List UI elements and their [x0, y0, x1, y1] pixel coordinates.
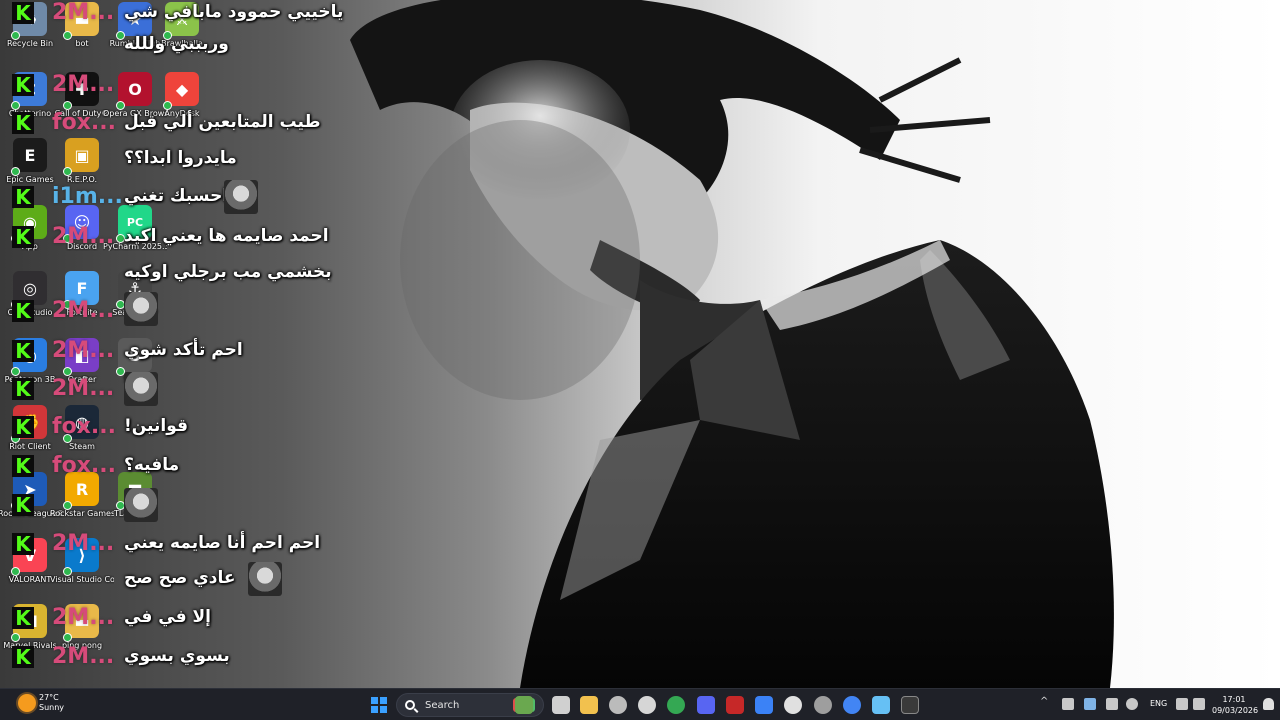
kick-badge-icon: K — [12, 74, 34, 96]
kick-badge-icon: K — [12, 186, 34, 208]
chat-username: 2M... — [52, 298, 115, 323]
kick-badge-icon: K — [12, 300, 34, 322]
chevron-up-icon[interactable]: ^ — [1040, 696, 1052, 708]
kick-badge-icon: K — [12, 607, 34, 629]
notification-bell-icon[interactable] — [1263, 698, 1274, 710]
chat-username: fox... — [52, 453, 116, 478]
chat-text: وربببي وللله — [124, 34, 229, 54]
kick-badge-icon: K — [12, 226, 34, 248]
chat-text: ياخييي حموود مابافي شي — [124, 2, 344, 22]
kick-badge-icon: K — [12, 2, 34, 24]
chat-username: 2M... — [52, 0, 115, 25]
chat-text: احمد صايمه ها يعني اكيد — [124, 226, 329, 246]
emote-image — [248, 562, 282, 596]
kick-badge-icon: K — [12, 646, 34, 668]
chat-username: fox... — [52, 414, 116, 439]
chat-username: 2M... — [52, 338, 115, 363]
onedrive-icon[interactable] — [1084, 698, 1096, 710]
emote-image — [124, 488, 158, 522]
stream-chat-overlay: K 2M... ياخييي حموود مابافي شي وربببي ول… — [0, 0, 344, 688]
kick-badge-icon: K — [12, 378, 34, 400]
chat-username: 2M... — [52, 224, 115, 249]
chat-text: عادي صح صح — [124, 568, 236, 588]
kick-badge-icon: K — [12, 455, 34, 477]
kick-badge-icon: K — [12, 340, 34, 362]
chat-text: إلا في في — [124, 607, 211, 627]
clock-time: 17:01 — [1222, 695, 1246, 704]
language-indicator[interactable]: ENG — [1150, 699, 1167, 708]
kick-badge-icon: K — [12, 494, 34, 516]
chat-username: 2M... — [52, 376, 115, 401]
tray-app-icon[interactable] — [1062, 698, 1074, 710]
chat-text: مافيه؟ — [124, 455, 180, 475]
chat-text: طيب المتابعين ألي قبل — [124, 112, 321, 132]
chat-text: احسبك تغني — [124, 186, 229, 206]
chat-username: 2M... — [52, 72, 115, 97]
chat-text: بسوي بسوي — [124, 646, 230, 666]
chat-username: 2M... — [52, 644, 115, 669]
chat-text: قوانين! — [124, 416, 188, 436]
chat-username: 2M... — [52, 605, 115, 630]
chat-text: احم احم أنا صايمه يعني — [124, 533, 321, 553]
clock-date: 09/03/2026 — [1212, 706, 1259, 715]
emote-image — [224, 180, 258, 214]
chat-username: i1m... — [52, 184, 123, 209]
taskbar: 27°C Sunny Search ^ ENG 17:01 09/03/2026 — [0, 688, 1280, 720]
chat-username: 2M... — [52, 531, 115, 556]
system-tray: ^ ENG 17:01 09/03/2026 — [0, 689, 1280, 720]
chat-text: مايدروا ابدا؟؟ — [124, 148, 237, 168]
chat-text: احم تأكد شوي — [124, 340, 243, 360]
network-icon[interactable] — [1176, 698, 1188, 710]
chat-username: fox... — [52, 110, 116, 135]
volume-icon[interactable] — [1193, 698, 1205, 710]
kick-badge-icon: K — [12, 416, 34, 438]
chat-text: بخشمي مب برجلي اوكيه — [124, 262, 332, 282]
microphone-icon[interactable] — [1106, 698, 1118, 710]
clock[interactable]: 17:01 09/03/2026 — [1212, 694, 1259, 716]
kick-badge-icon: K — [12, 533, 34, 555]
emote-image — [124, 372, 158, 406]
emote-image — [124, 292, 158, 326]
kick-badge-icon: K — [12, 112, 34, 134]
location-icon[interactable] — [1126, 698, 1138, 710]
